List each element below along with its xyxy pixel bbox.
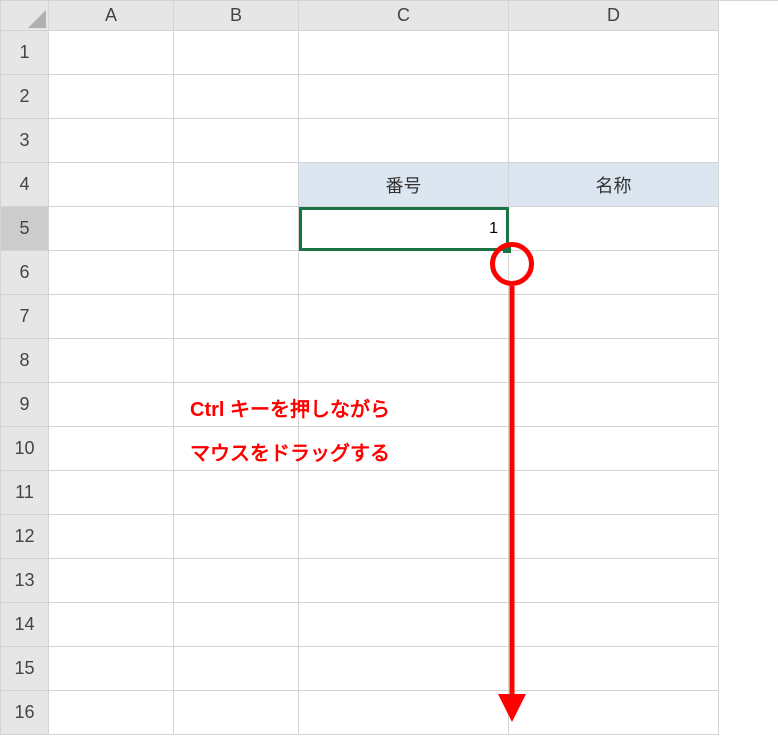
row-header-9[interactable]: 9	[1, 383, 49, 427]
cell-a8[interactable]	[49, 339, 174, 383]
cell-b8[interactable]	[174, 339, 299, 383]
cell-b10[interactable]	[174, 427, 299, 471]
cell-a7[interactable]	[49, 295, 174, 339]
cell-c14[interactable]	[299, 603, 509, 647]
cell-d11[interactable]	[509, 471, 719, 515]
cell-d6[interactable]	[509, 251, 719, 295]
cell-a10[interactable]	[49, 427, 174, 471]
cell-b9[interactable]	[174, 383, 299, 427]
col-header-b[interactable]: B	[174, 1, 299, 31]
cell-c6[interactable]	[299, 251, 509, 295]
cell-c16[interactable]	[299, 691, 509, 735]
select-all-corner[interactable]	[1, 1, 49, 31]
cell-c10[interactable]	[299, 427, 509, 471]
cell-c3[interactable]	[299, 119, 509, 163]
row-header-11[interactable]: 11	[1, 471, 49, 515]
row-header-10[interactable]: 10	[1, 427, 49, 471]
cell-d13[interactable]	[509, 559, 719, 603]
cell-b14[interactable]	[174, 603, 299, 647]
row-header-3[interactable]: 3	[1, 119, 49, 163]
cell-a1[interactable]	[49, 31, 174, 75]
cell-c5-value: 1	[489, 220, 498, 238]
cell-c5[interactable]: 1	[299, 207, 509, 251]
fill-handle[interactable]	[503, 245, 511, 253]
row-header-6[interactable]: 6	[1, 251, 49, 295]
cell-a5[interactable]	[49, 207, 174, 251]
cell-d10[interactable]	[509, 427, 719, 471]
cell-d3[interactable]	[509, 119, 719, 163]
cell-b1[interactable]	[174, 31, 299, 75]
cell-b4[interactable]	[174, 163, 299, 207]
cell-b13[interactable]	[174, 559, 299, 603]
col-header-c[interactable]: C	[299, 1, 509, 31]
cell-d4[interactable]: 名称	[509, 163, 719, 207]
cell-d5[interactable]	[509, 207, 719, 251]
cell-a9[interactable]	[49, 383, 174, 427]
cell-d7[interactable]	[509, 295, 719, 339]
cell-c12[interactable]	[299, 515, 509, 559]
col-header-d[interactable]: D	[509, 1, 719, 31]
cell-b11[interactable]	[174, 471, 299, 515]
cell-a12[interactable]	[49, 515, 174, 559]
cell-d2[interactable]	[509, 75, 719, 119]
cell-c15[interactable]	[299, 647, 509, 691]
row-header-14[interactable]: 14	[1, 603, 49, 647]
col-header-a[interactable]: A	[49, 1, 174, 31]
cell-d1[interactable]	[509, 31, 719, 75]
row-header-12[interactable]: 12	[1, 515, 49, 559]
cell-b16[interactable]	[174, 691, 299, 735]
cell-c11[interactable]	[299, 471, 509, 515]
cell-a2[interactable]	[49, 75, 174, 119]
row-header-5[interactable]: 5	[1, 207, 49, 251]
cell-a4[interactable]	[49, 163, 174, 207]
cell-b15[interactable]	[174, 647, 299, 691]
cell-a6[interactable]	[49, 251, 174, 295]
cell-c7[interactable]	[299, 295, 509, 339]
cell-d8[interactable]	[509, 339, 719, 383]
row-header-1[interactable]: 1	[1, 31, 49, 75]
row-header-13[interactable]: 13	[1, 559, 49, 603]
cell-c13[interactable]	[299, 559, 509, 603]
row-header-7[interactable]: 7	[1, 295, 49, 339]
cell-a13[interactable]	[49, 559, 174, 603]
cell-d15[interactable]	[509, 647, 719, 691]
cell-d16[interactable]	[509, 691, 719, 735]
cell-b3[interactable]	[174, 119, 299, 163]
row-header-16[interactable]: 16	[1, 691, 49, 735]
cell-a15[interactable]	[49, 647, 174, 691]
cell-d12[interactable]	[509, 515, 719, 559]
cell-a3[interactable]	[49, 119, 174, 163]
cell-c9[interactable]	[299, 383, 509, 427]
row-header-15[interactable]: 15	[1, 647, 49, 691]
cell-c4[interactable]: 番号	[299, 163, 509, 207]
cell-b6[interactable]	[174, 251, 299, 295]
cell-b5[interactable]	[174, 207, 299, 251]
cell-c1[interactable]	[299, 31, 509, 75]
cell-c8[interactable]	[299, 339, 509, 383]
cell-b12[interactable]	[174, 515, 299, 559]
cell-a14[interactable]	[49, 603, 174, 647]
cell-b7[interactable]	[174, 295, 299, 339]
cell-a11[interactable]	[49, 471, 174, 515]
cell-b2[interactable]	[174, 75, 299, 119]
row-header-4[interactable]: 4	[1, 163, 49, 207]
cell-a16[interactable]	[49, 691, 174, 735]
cell-c2[interactable]	[299, 75, 509, 119]
cell-d14[interactable]	[509, 603, 719, 647]
cell-d9[interactable]	[509, 383, 719, 427]
row-header-2[interactable]: 2	[1, 75, 49, 119]
spreadsheet-grid: A B C D 1 2 3 4 番号 名称 5 1 6 7 8 9	[0, 0, 778, 735]
row-header-8[interactable]: 8	[1, 339, 49, 383]
